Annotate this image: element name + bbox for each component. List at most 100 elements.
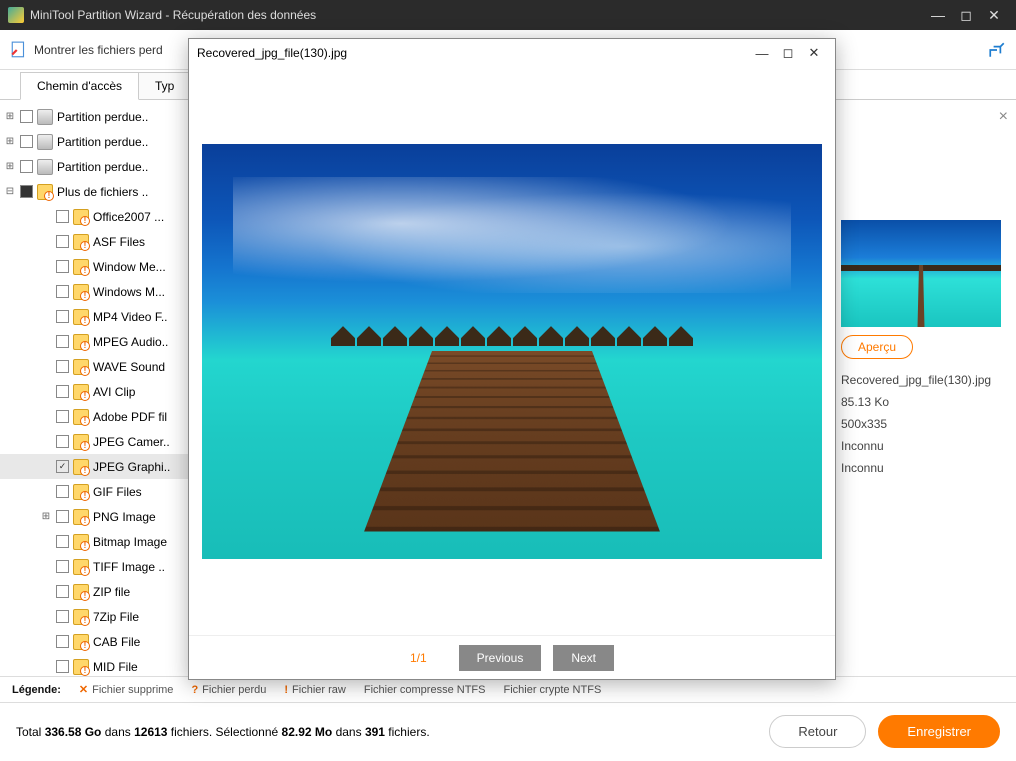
tree-folder[interactable]: MPEG Audio.. bbox=[0, 329, 200, 354]
preview-window: Recovered_jpg_file(130).jpg ― ◻ ✕ 1/1 Pr… bbox=[188, 38, 836, 680]
tab-path[interactable]: Chemin d'accès bbox=[20, 72, 139, 100]
minimize-icon[interactable]: ― bbox=[924, 7, 952, 23]
checkbox[interactable] bbox=[20, 160, 33, 173]
window-title: MiniTool Partition Wizard - Récupération… bbox=[30, 8, 316, 22]
folder-icon bbox=[73, 234, 89, 250]
expander-icon[interactable]: ⊟ bbox=[4, 186, 16, 197]
folder-icon bbox=[73, 509, 89, 525]
checkbox[interactable] bbox=[56, 460, 69, 473]
checkbox[interactable] bbox=[56, 335, 69, 348]
tree-label: TIFF Image .. bbox=[93, 560, 165, 574]
tree-folder[interactable]: MP4 Video F.. bbox=[0, 304, 200, 329]
checkbox[interactable] bbox=[56, 585, 69, 598]
expander-icon[interactable]: ⊞ bbox=[4, 136, 16, 147]
folder-icon bbox=[73, 334, 89, 350]
tree-folder[interactable]: Windows M... bbox=[0, 279, 200, 304]
disk-icon bbox=[37, 134, 53, 150]
preview-image bbox=[202, 144, 822, 559]
checkbox[interactable] bbox=[56, 260, 69, 273]
checkbox[interactable] bbox=[56, 235, 69, 248]
panel-close-icon[interactable]: × bbox=[999, 108, 1008, 126]
folder-icon bbox=[73, 209, 89, 225]
expander-icon[interactable]: ⊞ bbox=[4, 111, 16, 122]
status-text: Total 336.58 Go dans 12613 fichiers. Sél… bbox=[16, 725, 430, 739]
folder-icon bbox=[73, 309, 89, 325]
folder-icon bbox=[73, 409, 89, 425]
checkbox[interactable] bbox=[56, 485, 69, 498]
checkbox[interactable] bbox=[56, 635, 69, 648]
preview-title: Recovered_jpg_file(130).jpg bbox=[197, 46, 347, 60]
tree-more-files[interactable]: ⊟Plus de fichiers .. bbox=[0, 179, 200, 204]
show-lost-label[interactable]: Montrer les fichiers perd bbox=[34, 43, 163, 57]
folder-icon bbox=[73, 634, 89, 650]
checkbox[interactable] bbox=[56, 310, 69, 323]
tree-label: Partition perdue.. bbox=[57, 110, 148, 124]
preview-button[interactable]: Aperçu bbox=[841, 335, 913, 359]
tree-folder[interactable]: ZIP file bbox=[0, 579, 200, 604]
tree-partition[interactable]: ⊞ Partition perdue.. bbox=[0, 104, 200, 129]
checkbox[interactable] bbox=[56, 510, 69, 523]
tree-folder[interactable]: Bitmap Image bbox=[0, 529, 200, 554]
next-button[interactable]: Next bbox=[553, 645, 614, 671]
maximize-icon[interactable]: ◻ bbox=[952, 7, 980, 24]
app-icon bbox=[8, 7, 24, 23]
checkbox[interactable] bbox=[56, 560, 69, 573]
back-button[interactable]: Retour bbox=[769, 715, 866, 748]
tree-label: Partition perdue.. bbox=[57, 160, 148, 174]
tree-label: Partition perdue.. bbox=[57, 135, 148, 149]
tree-folder[interactable]: TIFF Image .. bbox=[0, 554, 200, 579]
expander-icon[interactable]: ⊞ bbox=[4, 161, 16, 172]
tree-label: Adobe PDF fil bbox=[93, 410, 167, 424]
checkbox[interactable] bbox=[56, 285, 69, 298]
checkbox[interactable] bbox=[56, 660, 69, 673]
folder-icon bbox=[73, 434, 89, 450]
checkbox[interactable] bbox=[20, 110, 33, 123]
checkbox[interactable] bbox=[56, 360, 69, 373]
preview-minimize-icon[interactable]: ― bbox=[749, 46, 775, 61]
tree-folder[interactable]: WAVE Sound bbox=[0, 354, 200, 379]
tree-partition[interactable]: ⊞ Partition perdue.. bbox=[0, 154, 200, 179]
checkbox[interactable] bbox=[20, 185, 33, 198]
checkbox[interactable] bbox=[56, 610, 69, 623]
close-icon[interactable]: ✕ bbox=[980, 7, 1008, 24]
checkbox[interactable] bbox=[56, 535, 69, 548]
meta-dimensions: 500x335 bbox=[841, 413, 1016, 435]
meta-unknown1: Inconnu bbox=[841, 435, 1016, 457]
tree-folder[interactable]: Window Me... bbox=[0, 254, 200, 279]
tree-folder[interactable]: Office2007 ... bbox=[0, 204, 200, 229]
tree-folder[interactable]: JPEG Camer.. bbox=[0, 429, 200, 454]
preview-maximize-icon[interactable]: ◻ bbox=[775, 45, 801, 61]
folder-icon bbox=[73, 559, 89, 575]
tree-folder[interactable]: 7Zip File bbox=[0, 604, 200, 629]
file-tree: ⊞Partition perdue..⊞Partition perdue..⊞P… bbox=[0, 100, 200, 676]
checkbox[interactable] bbox=[56, 385, 69, 398]
export-icon[interactable] bbox=[988, 41, 1006, 59]
preview-close-icon[interactable]: ✕ bbox=[801, 45, 827, 61]
tree-folder[interactable]: CAB File bbox=[0, 629, 200, 654]
checkbox[interactable] bbox=[56, 410, 69, 423]
tab-type[interactable]: Typ bbox=[138, 72, 191, 99]
folder-icon bbox=[73, 484, 89, 500]
tree-folder[interactable]: MID File bbox=[0, 654, 200, 676]
tree-label: ZIP file bbox=[93, 585, 130, 599]
tree-folder[interactable]: AVI Clip bbox=[0, 379, 200, 404]
tree-label: JPEG Graphi.. bbox=[93, 460, 170, 474]
checkbox[interactable] bbox=[20, 135, 33, 148]
save-button[interactable]: Enregistrer bbox=[878, 715, 1000, 748]
meta-filename: Recovered_jpg_file(130).jpg bbox=[841, 369, 1016, 391]
tree-partition[interactable]: ⊞ Partition perdue.. bbox=[0, 129, 200, 154]
expander-icon[interactable]: ⊞ bbox=[40, 511, 52, 522]
tree-label: JPEG Camer.. bbox=[93, 435, 170, 449]
tree-folder[interactable]: GIF Files bbox=[0, 479, 200, 504]
folder-icon bbox=[73, 359, 89, 375]
tree-label: MID File bbox=[93, 660, 138, 674]
tree-label: WAVE Sound bbox=[93, 360, 165, 374]
tree-folder[interactable]: ASF Files bbox=[0, 229, 200, 254]
tree-folder[interactable]: Adobe PDF fil bbox=[0, 404, 200, 429]
checkbox[interactable] bbox=[56, 210, 69, 223]
tree-label: GIF Files bbox=[93, 485, 142, 499]
previous-button[interactable]: Previous bbox=[459, 645, 542, 671]
checkbox[interactable] bbox=[56, 435, 69, 448]
tree-folder[interactable]: JPEG Graphi.. bbox=[0, 454, 200, 479]
tree-folder[interactable]: ⊞PNG Image bbox=[0, 504, 200, 529]
